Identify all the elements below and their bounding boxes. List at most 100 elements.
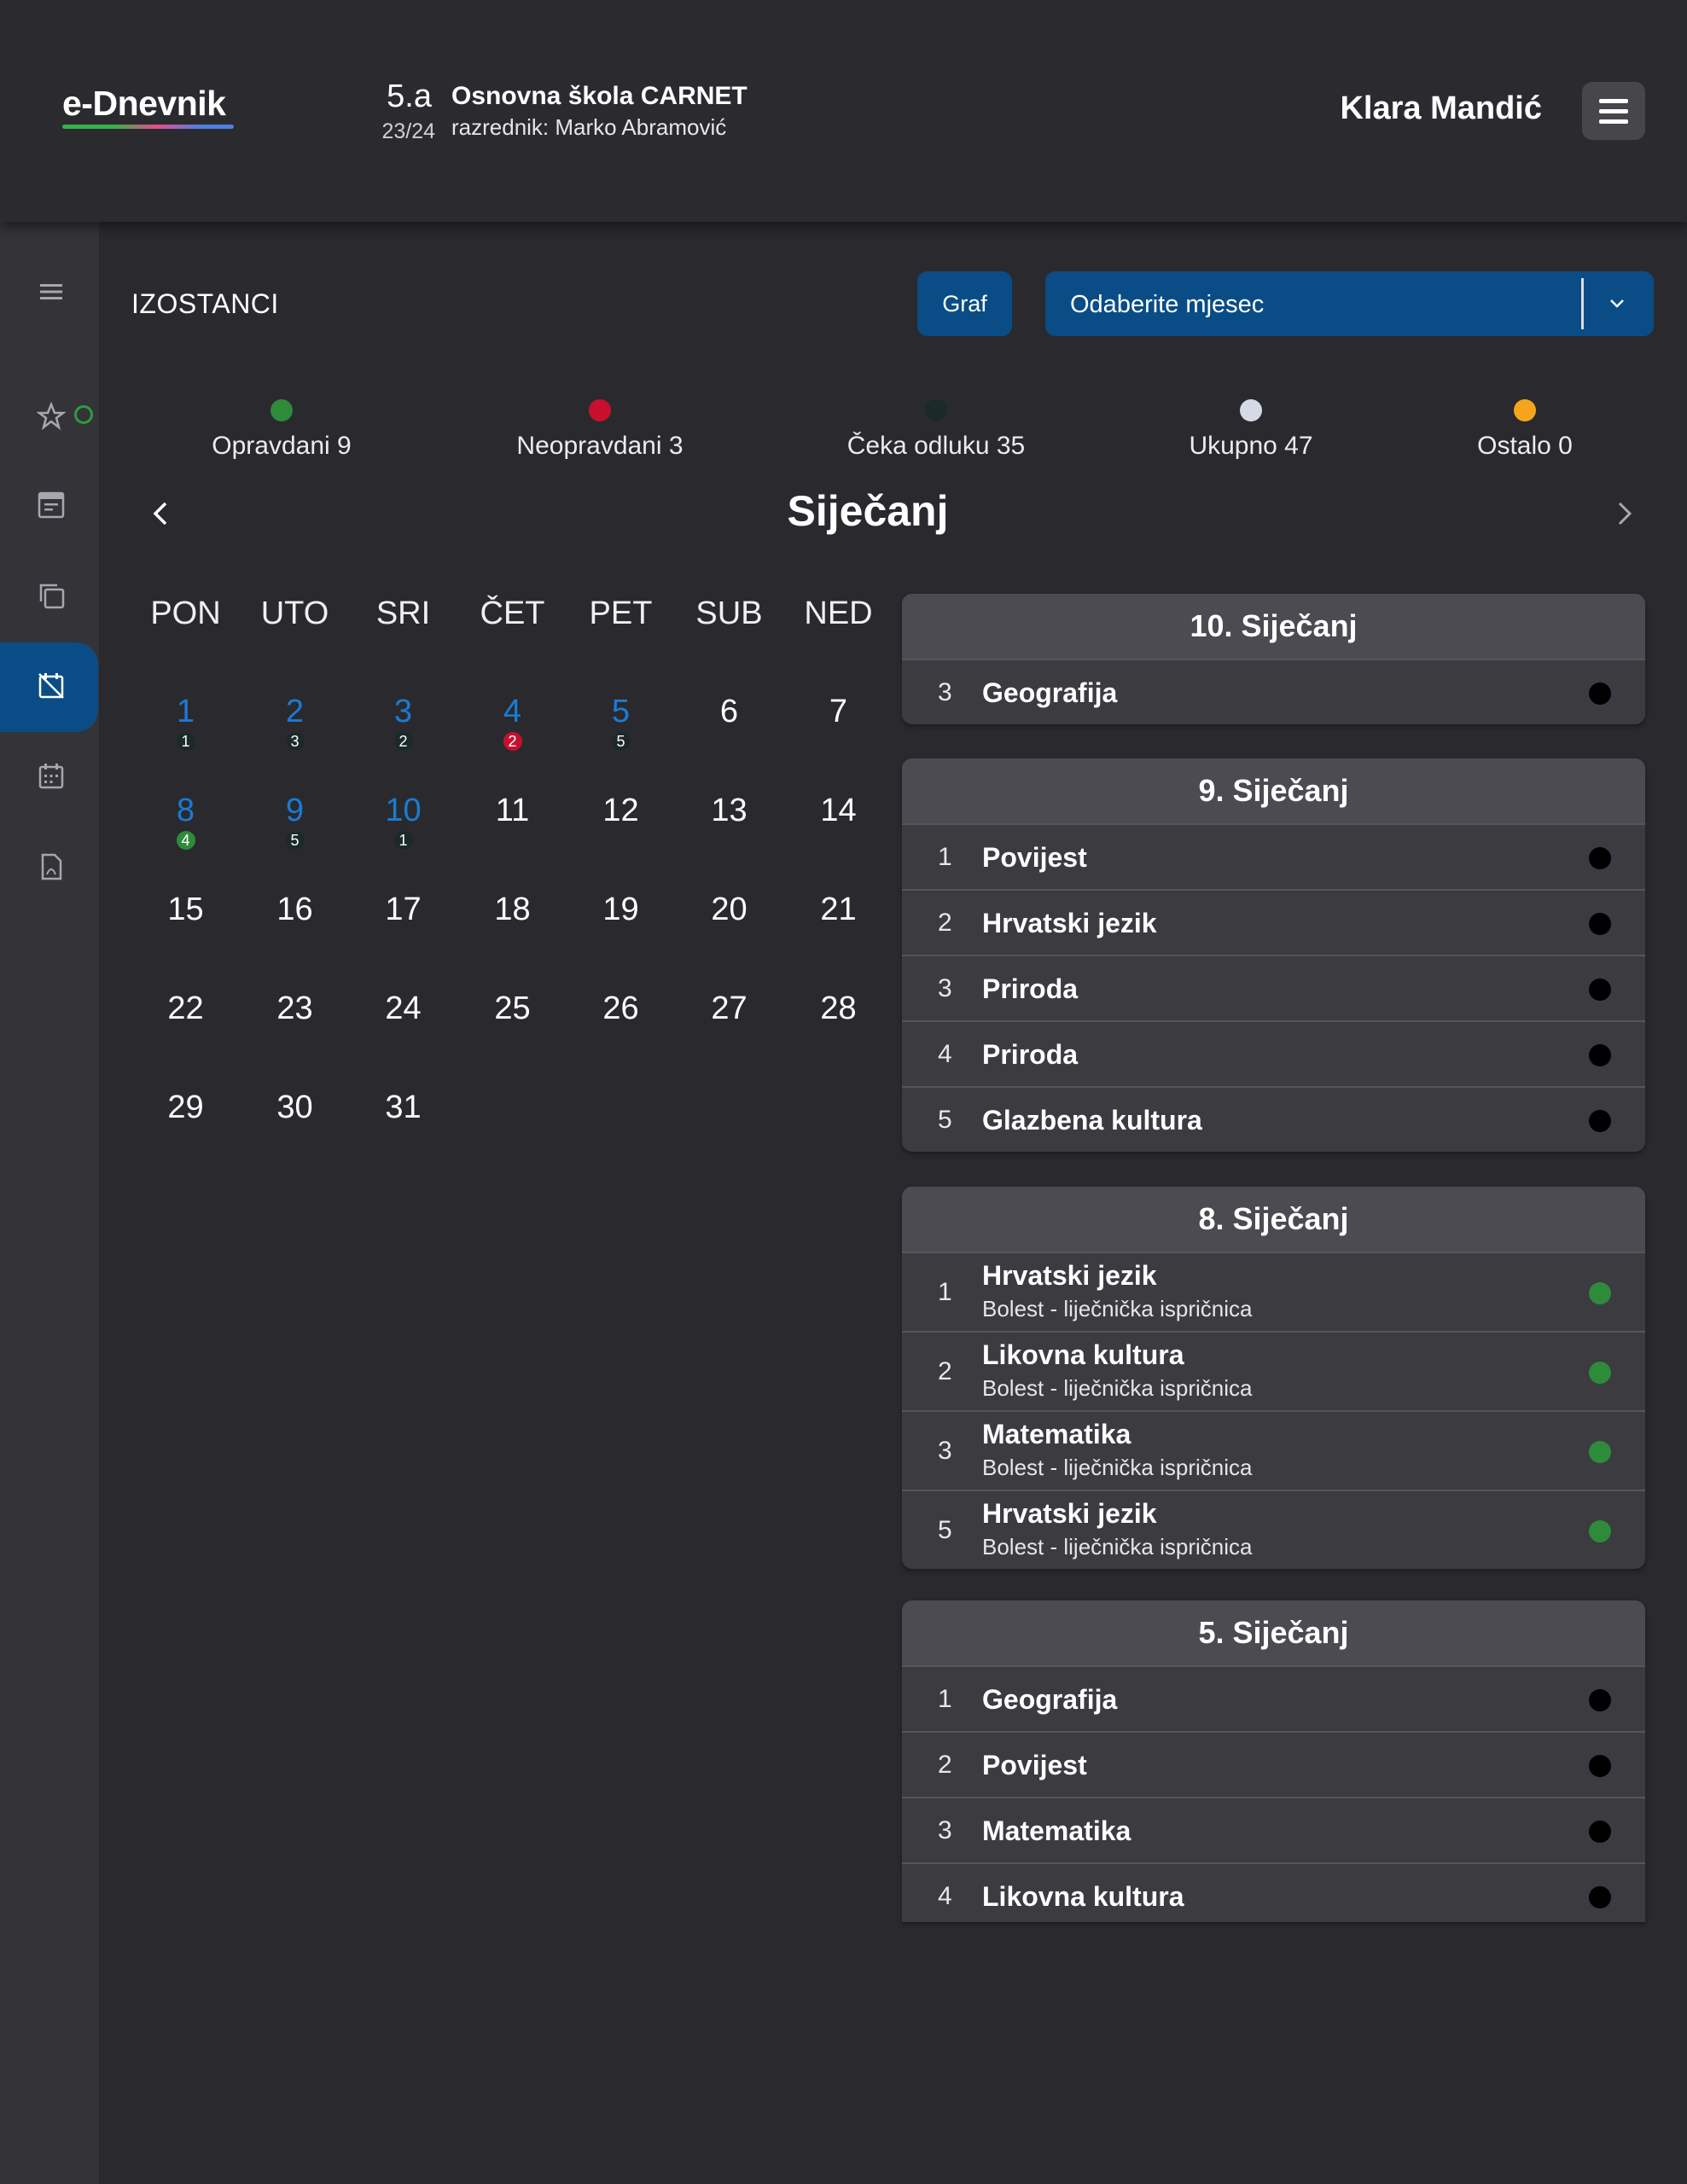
month-select-placeholder: Odaberite mjesec <box>1070 291 1264 319</box>
calendar-day[interactable]: 7 <box>784 693 893 792</box>
calendar-day[interactable]: 30 <box>241 1089 349 1188</box>
legend-color-dot <box>271 399 293 421</box>
calendar-day[interactable]: 18 <box>458 891 567 990</box>
calendar-day[interactable]: 32 <box>349 693 457 792</box>
absence-row[interactable]: 2Hrvatski jezik <box>902 889 1645 955</box>
calendar-day[interactable]: 101 <box>349 792 457 891</box>
app-logo[interactable]: e-Dnevnik <box>62 84 225 124</box>
day-card-date: 8. Siječanj <box>902 1187 1645 1252</box>
absence-row[interactable]: 5Hrvatski jezikBolest - liječnička ispri… <box>902 1490 1645 1569</box>
logo-underline <box>62 125 234 129</box>
calendar-icon[interactable] <box>32 758 70 795</box>
menu-icon[interactable] <box>32 273 70 311</box>
calendar-day[interactable]: 26 <box>567 990 675 1089</box>
calendar-day[interactable]: 27 <box>675 990 783 1089</box>
legend-item: Ukupno 47 <box>1123 399 1379 461</box>
calendar-day[interactable]: 23 <box>241 693 349 792</box>
day-card-date: 5. Siječanj <box>902 1600 1645 1665</box>
lesson-hour: 5 <box>938 1516 952 1545</box>
calendar-day[interactable]: 31 <box>349 1089 457 1188</box>
star-icon[interactable] <box>32 398 70 435</box>
weekday-header: SRI <box>349 595 457 632</box>
absence-row[interactable]: 3Matematika <box>902 1797 1645 1862</box>
calendar-day[interactable]: 55 <box>567 693 675 792</box>
legend-label: Opravdani 9 <box>154 432 410 461</box>
weekday-header: UTO <box>241 595 349 632</box>
subject-name: Priroda <box>982 1039 1078 1071</box>
absence-count-badge: 5 <box>612 732 631 751</box>
lesson-hour: 3 <box>938 678 952 707</box>
legend-label: Ostalo 0 <box>1397 432 1653 461</box>
legend-item: Ostalo 0 <box>1397 399 1653 461</box>
calendar-day[interactable]: 17 <box>349 891 457 990</box>
day-number: 22 <box>131 990 240 1027</box>
select-divider <box>1581 278 1584 329</box>
absence-row[interactable]: 3MatematikaBolest - liječnička ispričnic… <box>902 1410 1645 1490</box>
absence-row[interactable]: 1 Povijest <box>902 823 1645 889</box>
absence-status-dot <box>1589 913 1611 935</box>
lesson-hour: 2 <box>938 909 952 938</box>
graph-button[interactable]: Graf <box>917 271 1012 336</box>
calendar-day[interactable]: 16 <box>241 891 349 990</box>
absence-status-dot <box>1589 1755 1611 1777</box>
absence-row[interactable]: 5Glazbena kultura <box>902 1086 1645 1152</box>
page-title: IZOSTANCI <box>131 288 279 320</box>
copy-icon[interactable] <box>32 577 70 614</box>
weekday-header: SUB <box>675 595 783 632</box>
absence-row[interactable]: 2Povijest <box>902 1731 1645 1797</box>
day-number: 4 <box>458 693 567 730</box>
calendar-day[interactable]: 28 <box>784 990 893 1089</box>
month-title: Siječanj <box>0 486 1687 536</box>
calendar-day[interactable]: 19 <box>567 891 675 990</box>
day-number: 25 <box>458 990 567 1027</box>
pdf-icon[interactable] <box>32 848 70 886</box>
day-number: 11 <box>458 792 567 829</box>
calendar-day[interactable]: 84 <box>131 792 240 891</box>
absence-status-dot <box>1589 847 1611 869</box>
subject-name: Povijest <box>982 842 1087 874</box>
absence-row[interactable]: 4Priroda <box>902 1020 1645 1086</box>
absence-row[interactable]: 1Hrvatski jezikBolest - liječnička ispri… <box>902 1252 1645 1331</box>
calendar-day[interactable]: 42 <box>458 693 567 792</box>
weekday-header: PON <box>131 595 240 632</box>
user-name[interactable]: Klara Mandić <box>1340 90 1542 127</box>
absence-count-badge: 3 <box>286 732 305 751</box>
calendar-day[interactable]: 20 <box>675 891 783 990</box>
calendar-day[interactable]: 14 <box>784 792 893 891</box>
calendar-absence-icon[interactable] <box>32 667 70 705</box>
calendar-day[interactable]: 6 <box>675 693 783 792</box>
absence-row[interactable]: 3Geografija <box>902 659 1645 724</box>
legend-label: Neopravdani 3 <box>472 432 728 461</box>
day-number: 26 <box>567 990 675 1027</box>
calendar-day[interactable]: 29 <box>131 1089 240 1188</box>
calendar-day[interactable]: 25 <box>458 990 567 1089</box>
calendar-day[interactable]: 95 <box>241 792 349 891</box>
calendar-day[interactable]: 11 <box>458 792 567 891</box>
lesson-hour: 3 <box>938 1437 952 1466</box>
calendar-day[interactable]: 23 <box>241 990 349 1089</box>
lesson-hour: 1 <box>938 843 952 872</box>
main-menu-button[interactable] <box>1582 82 1645 140</box>
calendar-day[interactable]: 21 <box>784 891 893 990</box>
calendar-day[interactable]: 13 <box>675 792 783 891</box>
homeroom-teacher: razrednik: Marko Abramović <box>451 114 726 141</box>
calendar-day[interactable]: 12 <box>567 792 675 891</box>
absence-reason: Bolest - liječnička ispričnica <box>982 1296 1252 1322</box>
calendar-day[interactable]: 15 <box>131 891 240 990</box>
absence-row[interactable]: 3Priroda <box>902 955 1645 1020</box>
month-select[interactable]: Odaberite mjesec <box>1045 271 1654 336</box>
chevron-down-icon[interactable] <box>1598 287 1636 321</box>
absence-row[interactable]: 4Likovna kultura <box>902 1862 1645 1922</box>
absence-status-dot <box>1589 1520 1611 1542</box>
subject-name: Hrvatski jezik <box>982 1498 1157 1530</box>
next-month-button[interactable] <box>1611 497 1638 531</box>
day-number: 31 <box>349 1089 457 1126</box>
calendar-day[interactable]: 22 <box>131 990 240 1089</box>
calendar-day[interactable]: 24 <box>349 990 457 1089</box>
subject-name: Geografija <box>982 1684 1117 1716</box>
calendar-day[interactable]: 11 <box>131 693 240 792</box>
absence-row[interactable]: 1Geografija <box>902 1665 1645 1731</box>
absence-row[interactable]: 2Likovna kulturaBolest - liječnička ispr… <box>902 1331 1645 1410</box>
day-number: 19 <box>567 891 675 928</box>
day-number: 15 <box>131 891 240 928</box>
